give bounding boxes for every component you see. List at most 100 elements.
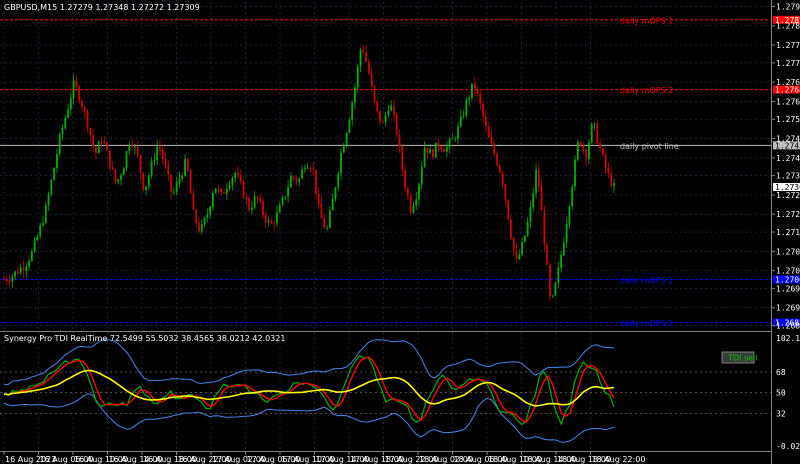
indicator-scale-label: 32 (776, 409, 786, 418)
candle-body (136, 146, 139, 156)
candle-body (264, 214, 267, 223)
price-label: 1.27665 (776, 78, 800, 87)
candle-body (549, 264, 551, 297)
indicator-scale-label: 50 (776, 389, 786, 398)
candle-body (484, 116, 487, 127)
candle-body (376, 101, 379, 112)
candle-body (67, 109, 69, 118)
price-label: 1.26905 (776, 304, 800, 313)
candle-body (95, 146, 97, 154)
candle-body (273, 223, 276, 225)
price-label: 1.27160 (776, 228, 800, 237)
candle-body (256, 196, 259, 199)
candle-body (365, 51, 368, 62)
candle-body (295, 177, 298, 182)
candle-body (434, 142, 437, 158)
candle-body (479, 93, 482, 104)
candle-body (504, 183, 507, 200)
candle-body (440, 146, 443, 150)
candle-body (36, 236, 39, 241)
candle-body (557, 267, 560, 283)
candle-body (342, 145, 345, 153)
candle-body (33, 240, 36, 252)
candle-body (537, 169, 540, 187)
price-label: 1.26845 (776, 322, 800, 331)
candle-body (262, 201, 264, 215)
candle-body (604, 154, 607, 169)
candle-body (515, 251, 518, 260)
candle-body (287, 187, 290, 197)
candle-body (195, 209, 198, 223)
candle-body (237, 173, 239, 176)
candle-body (496, 153, 498, 166)
candle-body (454, 138, 457, 140)
candle-body (220, 189, 223, 193)
candle-body (8, 281, 11, 282)
candle-body (390, 105, 393, 111)
candle-body (167, 164, 170, 175)
candle-body (301, 169, 303, 179)
candle-body (468, 97, 471, 100)
candle-body (192, 193, 195, 210)
candle-body (535, 169, 537, 193)
price-label: 1.27600 (776, 97, 800, 106)
candle-body (22, 267, 25, 271)
candle-body (576, 142, 579, 160)
candle-body (259, 198, 262, 202)
indicator-scale-label: 68 (776, 368, 786, 377)
candle-body (225, 188, 228, 194)
candle-body (100, 141, 103, 143)
candle-body (401, 146, 404, 171)
candle-body (320, 203, 323, 219)
candle-body (462, 115, 465, 117)
price-label: 1.27920 (776, 2, 800, 11)
candle-body (551, 295, 554, 297)
candle-body (384, 115, 387, 123)
current-price-label: 1.27309 (775, 183, 800, 192)
candle-body (582, 145, 585, 150)
candle-body (248, 198, 251, 210)
candle-body (312, 169, 315, 171)
candle-body (354, 87, 356, 103)
candle-body (30, 251, 33, 262)
candle-body (214, 188, 217, 194)
candle-body (53, 167, 56, 180)
candle-body (451, 138, 454, 140)
candle-body (465, 99, 468, 116)
candle-body (89, 128, 92, 136)
candle-body (601, 148, 604, 155)
indicator-scale-label: 102.1232 (776, 334, 800, 343)
candle-body (178, 178, 181, 183)
candle-body (25, 266, 28, 271)
candle-body (281, 197, 284, 205)
candle-body (253, 196, 256, 208)
candle-body (184, 158, 186, 176)
candle-body (228, 184, 231, 189)
trading-chart[interactable]: daily mOPS 11.27875daily mOPS 21.27640da… (0, 0, 800, 464)
candle-body (223, 192, 225, 194)
main-chart-title: GBPUSD,M15 1.27279 1.27348 1.27272 1.273… (4, 3, 200, 12)
candle-body (317, 193, 320, 204)
candle-body (585, 149, 588, 160)
candle-body (139, 155, 142, 173)
candle-body (356, 66, 359, 88)
candle-body (309, 167, 312, 170)
candle-body (173, 191, 175, 193)
candle-body (234, 173, 237, 179)
candle-body (11, 276, 14, 282)
candle-body (181, 175, 184, 179)
candle-body (50, 179, 53, 195)
candle-body (106, 142, 108, 151)
candle-body (289, 176, 292, 188)
candle-body (560, 255, 562, 268)
candle-body (212, 193, 214, 207)
candle-body (323, 218, 326, 229)
price-label: 1.27410 (776, 154, 800, 163)
candle-body (512, 237, 515, 252)
candle-body (370, 73, 373, 86)
candle-body (200, 224, 203, 232)
candle-body (362, 49, 365, 52)
candle-body (574, 159, 576, 187)
candle-body (588, 142, 590, 160)
candle-body (103, 142, 106, 144)
